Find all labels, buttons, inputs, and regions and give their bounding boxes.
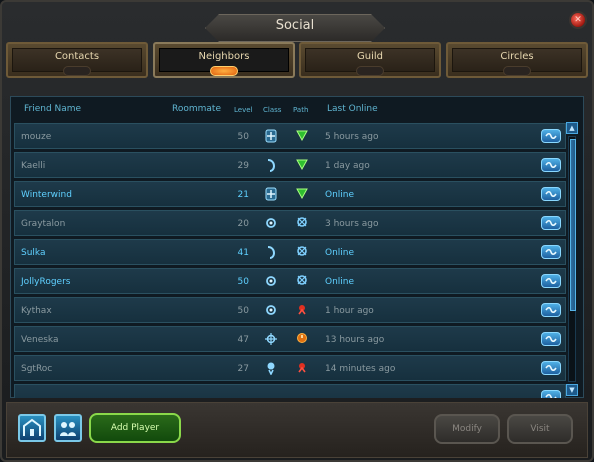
tab-label: Circles [500, 51, 534, 62]
table-row[interactable]: Kaelli 29 1 day ago [14, 152, 566, 178]
last-online: 1 day ago [325, 161, 370, 171]
table-row-partial[interactable] [14, 384, 566, 398]
visit-row-button[interactable] [541, 274, 561, 288]
tab-indicator [356, 66, 384, 76]
column-class[interactable]: Class [263, 106, 281, 114]
add-player-button[interactable]: Add Player [89, 413, 181, 443]
table-row[interactable]: mouze 50 5 hours ago [14, 123, 566, 149]
path-soldier-icon [296, 129, 308, 144]
scroll-thumb[interactable] [570, 139, 576, 311]
class-spellslinger-icon [265, 158, 277, 175]
path-settler-icon [296, 303, 308, 318]
list-scrollbar[interactable]: ▲ ▼ [566, 122, 578, 396]
level: 27 [237, 364, 249, 374]
class-engineer-icon [265, 187, 277, 204]
column-path[interactable]: Path [293, 106, 308, 114]
last-online: 13 hours ago [325, 335, 385, 345]
level: 29 [237, 161, 249, 171]
scroll-track[interactable] [568, 136, 576, 382]
tab-contacts[interactable]: Contacts [6, 42, 148, 78]
group-icon-button[interactable] [54, 414, 82, 442]
class-esper-icon [265, 274, 277, 291]
friend-name: Veneska [21, 335, 59, 345]
close-icon[interactable]: ✕ [569, 11, 587, 29]
level: 20 [237, 219, 249, 229]
tab-label: Neighbors [198, 51, 250, 62]
neighbor-rows: mouze 50 5 hours ago Kaelli 29 1 day ago… [14, 120, 566, 398]
friend-name: Kythax [21, 306, 52, 316]
tab-label: Contacts [54, 51, 100, 62]
class-spellslinger-icon [265, 245, 277, 262]
tab-label: Guild [357, 51, 383, 62]
friend-name: Sulka [21, 248, 46, 258]
table-row[interactable]: Winterwind 21 Online [14, 181, 566, 207]
tab-circles[interactable]: Circles [446, 42, 588, 78]
friend-name: SgtRoc [21, 364, 53, 374]
column-last-online[interactable]: Last Online [327, 104, 378, 114]
class-esper-icon [265, 303, 277, 320]
last-online: 1 hour ago [325, 306, 374, 316]
level: 50 [237, 277, 249, 287]
friend-name: Kaelli [21, 161, 46, 171]
class-esper-icon [265, 216, 277, 233]
visit-row-button[interactable] [541, 187, 561, 201]
column-level[interactable]: Level [234, 106, 252, 114]
visit-row-button[interactable] [541, 216, 561, 230]
path-explorer-icon [296, 332, 308, 347]
visit-row-button[interactable] [541, 303, 561, 317]
level: 50 [237, 306, 249, 316]
level: 50 [237, 132, 249, 142]
modify-button[interactable]: Modify [434, 414, 500, 444]
tab-neighbors[interactable]: Neighbors [153, 42, 295, 78]
house-icon-button[interactable] [18, 414, 46, 442]
tab-indicator-active [210, 66, 238, 76]
class-medic-icon [265, 361, 277, 378]
tab-bar: Contacts Neighbors Guild Circles [6, 42, 588, 80]
window-title: Social [275, 18, 315, 33]
level: 47 [237, 335, 249, 345]
class-stalker-icon [265, 332, 277, 349]
tab-indicator [503, 66, 531, 76]
friend-name: JollyRogers [21, 277, 71, 287]
table-row[interactable]: Sulka 41 Online [14, 239, 566, 265]
visit-row-button[interactable] [541, 129, 561, 143]
path-soldier-icon [296, 158, 308, 173]
path-settler-icon [296, 361, 308, 376]
last-online: 14 minutes ago [325, 364, 396, 374]
level: 21 [237, 190, 249, 200]
column-roommate[interactable]: Roommate [172, 104, 221, 114]
column-friend-name[interactable]: Friend Name [24, 104, 81, 114]
visit-row-button[interactable] [541, 361, 561, 375]
visit-button[interactable]: Visit [507, 414, 573, 444]
visit-row-button[interactable] [541, 158, 561, 172]
friend-name: Winterwind [21, 190, 72, 200]
tab-guild[interactable]: Guild [299, 42, 441, 78]
friend-name: mouze [21, 132, 52, 142]
last-online: Online [325, 277, 355, 287]
last-online: 5 hours ago [325, 132, 379, 142]
path-soldier-icon [296, 187, 308, 202]
table-row[interactable]: JollyRogers 50 Online [14, 268, 566, 294]
table-row[interactable]: Veneska 47 13 hours ago [14, 326, 566, 352]
level: 41 [237, 248, 249, 258]
path-scientist-icon [296, 274, 308, 289]
last-online: Online [325, 190, 355, 200]
table-row[interactable]: SgtRoc 27 14 minutes ago [14, 355, 566, 381]
last-online: 3 hours ago [325, 219, 379, 229]
visit-row-button[interactable] [541, 245, 561, 259]
tab-indicator [63, 66, 91, 76]
path-scientist-icon [296, 216, 308, 231]
visit-row-button[interactable] [541, 332, 561, 346]
class-engineer-icon [265, 129, 277, 146]
scroll-up-icon[interactable]: ▲ [566, 122, 578, 134]
list-header: Friend Name Roommate Level Class Path La… [10, 104, 566, 118]
table-row[interactable]: Kythax 50 1 hour ago [14, 297, 566, 323]
last-online: Online [325, 248, 355, 258]
table-row[interactable]: Graytalon 20 3 hours ago [14, 210, 566, 236]
path-scientist-icon [296, 245, 308, 260]
scroll-down-icon[interactable]: ▼ [566, 384, 578, 396]
visit-row-button[interactable] [541, 390, 561, 398]
friend-name: Graytalon [21, 219, 66, 229]
